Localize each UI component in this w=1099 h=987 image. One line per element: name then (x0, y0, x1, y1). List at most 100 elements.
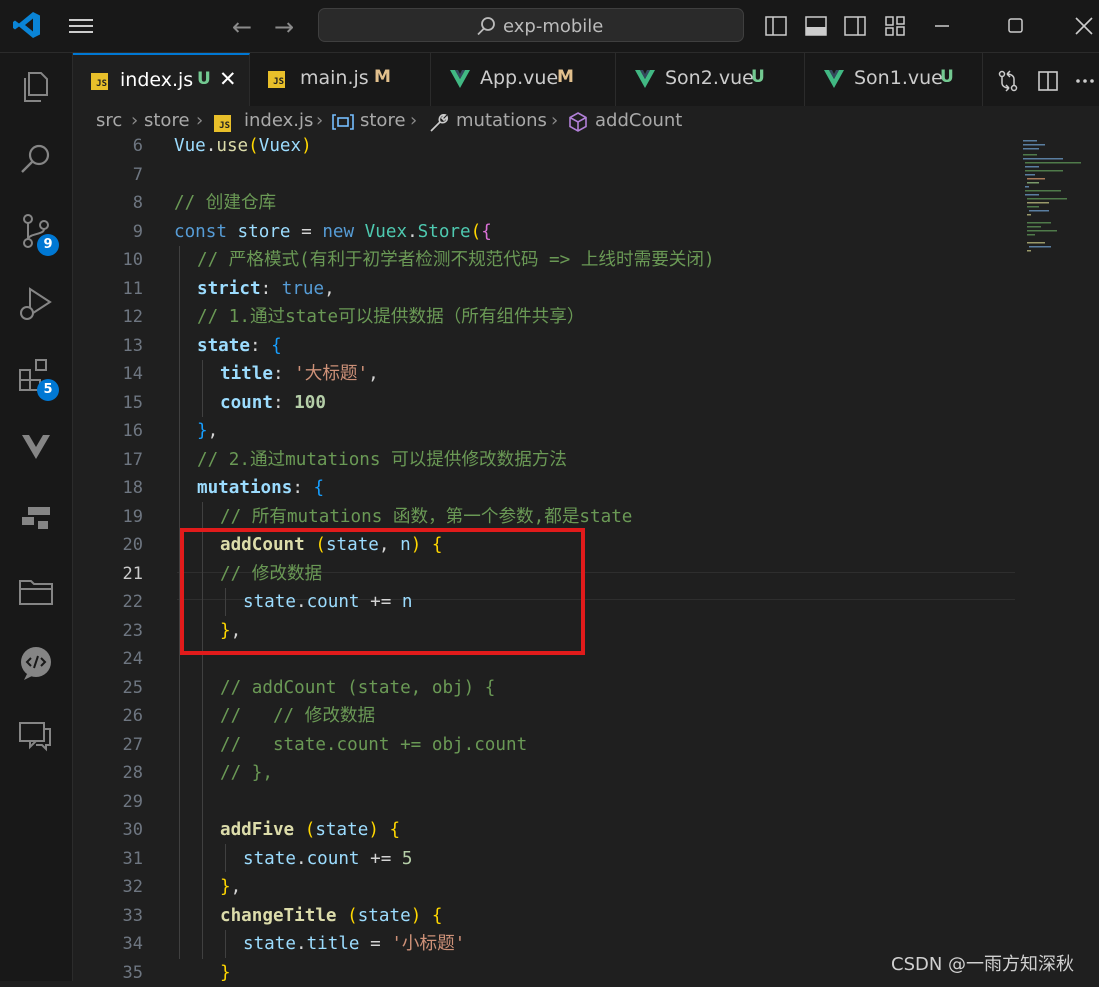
code-line-9: const store = new Vuex.Store({ (174, 221, 492, 242)
vue-file-icon (635, 70, 655, 88)
chevron-right-icon: › (410, 110, 418, 131)
more-actions-icon[interactable] (1073, 69, 1097, 93)
forward-arrow-icon[interactable]: → (274, 13, 294, 41)
line-number: 6 (132, 136, 143, 156)
line-number: 29 (122, 791, 143, 812)
toggle-primary-sidebar-icon[interactable] (764, 14, 788, 38)
menu-icon[interactable] (66, 14, 96, 38)
watermark: CSDN @一雨方知深秋 (891, 954, 1075, 975)
method-cube-icon (569, 112, 587, 132)
code-line-31: state.count += 5 (243, 848, 413, 869)
tab-son2-vue[interactable]: Son2.vue U (616, 53, 805, 106)
code-line-33: changeTitle (state) { (220, 905, 443, 926)
code-line-16: }, (197, 421, 219, 441)
line-number: 13 (122, 335, 143, 356)
annotation-highlight-box (180, 528, 585, 655)
minimap[interactable] (1019, 138, 1099, 258)
javascript-file-icon: JS (91, 73, 108, 90)
tab-app-vue[interactable]: App.vue M (431, 53, 616, 106)
back-arrow-icon[interactable]: ← (232, 13, 252, 41)
line-number: 33 (122, 905, 143, 926)
vue-devtools-icon[interactable] (16, 427, 56, 467)
breadcrumb-item[interactable]: src (96, 110, 122, 131)
toggle-secondary-sidebar-icon[interactable] (843, 14, 867, 38)
remote-explorer-icon[interactable] (16, 499, 56, 539)
close-tab-icon[interactable]: ✕ (219, 67, 237, 91)
tab-label: App.vue (480, 67, 559, 89)
tab-status: M (374, 67, 391, 87)
line-number: 24 (122, 649, 143, 669)
breadcrumb-item[interactable]: store (144, 110, 190, 131)
extensions-badge: 5 (37, 379, 59, 401)
tab-status: U (197, 69, 211, 89)
line-number: 27 (122, 734, 143, 755)
line-number: 9 (132, 221, 143, 242)
code-line-8: // 创建仓库 (174, 193, 277, 213)
tab-index-js[interactable]: JS index.js U ✕ (73, 53, 250, 106)
line-number: 16 (122, 421, 143, 441)
tab-label: main.js (300, 67, 369, 89)
breadcrumb-item[interactable]: index.js (244, 110, 313, 131)
code-line-17: // 2.通过mutations 可以提供修改数据方法 (197, 449, 568, 470)
code-line-15: count: 100 (220, 392, 326, 413)
tab-label: Son2.vue (665, 67, 754, 89)
line-number: 7 (132, 164, 143, 185)
comments-icon[interactable] (16, 715, 56, 755)
line-number: 12 (122, 307, 143, 327)
indent-guide (202, 360, 203, 417)
close-window-icon[interactable] (1066, 10, 1099, 42)
code-editor[interactable]: 6 7 8 9 10 11 12 13 14 15 16 17 18 19 20… (73, 136, 1099, 983)
tab-main-js[interactable]: JS main.js M (250, 53, 431, 106)
line-number: 28 (122, 763, 143, 783)
project-manager-icon[interactable] (16, 571, 56, 611)
toggle-panel-icon[interactable] (804, 14, 828, 38)
title-bar: ← → exp-mobile (0, 0, 1099, 53)
code-line-26: // // 修改数据 (220, 706, 376, 726)
source-control-badge: 9 (37, 234, 59, 256)
breadcrumb-item[interactable]: store (360, 110, 406, 131)
run-debug-icon[interactable] (16, 283, 56, 323)
search-activity-icon[interactable] (16, 139, 56, 179)
code-line-27: // state.count += obj.count (220, 734, 528, 755)
variable-symbol-icon (332, 114, 354, 130)
explorer-icon[interactable] (16, 67, 56, 107)
vue-file-icon (450, 70, 470, 88)
code-line-13: state: { (197, 335, 282, 356)
code-line-28: // }, (220, 763, 273, 783)
code-line-35: } (220, 962, 231, 983)
indent-guide (225, 930, 226, 958)
minimize-icon[interactable] (924, 10, 960, 42)
line-number: 23 (122, 620, 143, 641)
code-chat-icon[interactable] (16, 643, 56, 683)
chevron-right-icon: › (131, 110, 139, 131)
code-line-18: mutations: { (197, 478, 325, 498)
line-number: 30 (122, 820, 143, 840)
vscode-logo-icon[interactable] (12, 10, 42, 40)
split-editor-icon[interactable] (1036, 69, 1060, 93)
customize-layout-icon[interactable] (883, 14, 907, 38)
line-number: 15 (122, 392, 143, 413)
tab-son1-vue[interactable]: Son1.vue U (805, 53, 983, 106)
indent-guide (225, 844, 226, 872)
chevron-right-icon: › (196, 110, 204, 131)
breadcrumb-item[interactable]: mutations (456, 110, 547, 131)
chevron-right-icon: › (551, 110, 559, 131)
javascript-file-icon: JS (268, 71, 285, 88)
line-number: 8 (132, 193, 143, 213)
maximize-icon[interactable] (997, 10, 1033, 42)
code-line-25: // addCount (state, obj) { (220, 677, 496, 698)
tab-label: Son1.vue (854, 67, 943, 89)
line-number: 25 (122, 677, 143, 698)
wrench-icon (430, 114, 448, 132)
line-number: 14 (122, 364, 143, 384)
command-center-search[interactable]: exp-mobile (318, 8, 744, 42)
code-line-14: title: '大标题', (220, 364, 379, 384)
search-icon (477, 17, 495, 36)
open-changes-icon[interactable] (996, 69, 1020, 93)
line-number: 18 (122, 478, 143, 498)
breadcrumb-item[interactable]: addCount (595, 110, 682, 131)
code-line-12: // 1.通过state可以提供数据（所有组件共享） (197, 307, 585, 327)
activity-bar: 9 5 (0, 53, 73, 981)
editor-tabs: JS index.js U ✕ JS main.js M App.vue M S… (73, 53, 1099, 107)
tab-label: index.js (120, 69, 194, 91)
